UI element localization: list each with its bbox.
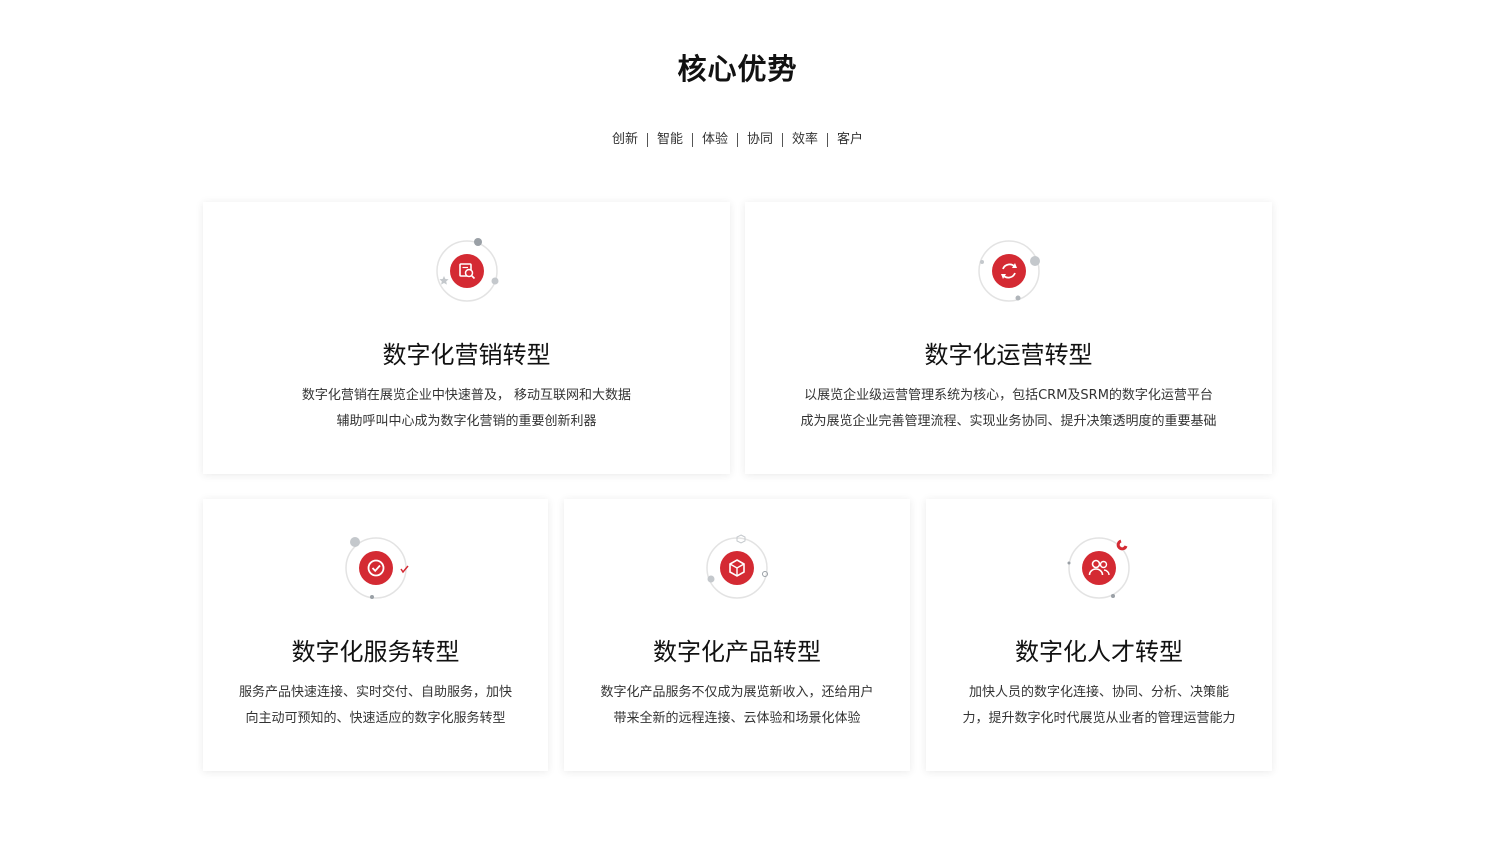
card-title: 数字化产品转型 bbox=[653, 638, 821, 666]
card-description-line: 加快人员的数字化连接、协同、分析、决策能 bbox=[968, 685, 1229, 700]
keyword-collaboration: 协同 bbox=[747, 132, 774, 147]
page-title: 核心优势 bbox=[677, 52, 798, 86]
card-description: 数字化产品服务不仅成为展览新收入，还给用户 带来全新的远程连接、云体验和场景化体… bbox=[584, 680, 890, 732]
card-description-line: 以展览企业级运营管理系统为核心，包括CRM及SRM的数字化运营平台 bbox=[804, 388, 1213, 403]
card-title: 数字化运营转型 bbox=[924, 341, 1093, 369]
card-operation[interactable]: 数字化运营转型 以展览企业级运营管理系统为核心，包括CRM及SRM的数字化运营平… bbox=[745, 202, 1272, 474]
card-description-line: 数字化产品服务不仅成为展览新收入，还给用户 bbox=[600, 685, 874, 700]
card-description-line: 成为展览企业完善管理流程、实现业务协同、提升决策透明度的重要基础 bbox=[800, 414, 1217, 429]
keyword-experience: 体验 bbox=[701, 132, 728, 147]
keyword-innovation: 创新 bbox=[611, 132, 638, 147]
card-description: 以展览企业级运营管理系统为核心，包括CRM及SRM的数字化运营平台 成为展览企业… bbox=[765, 383, 1252, 435]
card-description-line: 力，提升数字化时代展览从业者的管理运营能力 bbox=[962, 711, 1236, 726]
card-talent[interactable]: 数字化人才转型 加快人员的数字化连接、协同、分析、决策能 力，提升数字化时代展览… bbox=[926, 499, 1272, 771]
card-title: 数字化人才转型 bbox=[1015, 638, 1183, 666]
card-description-line: 带来全新的远程连接、云体验和场景化体验 bbox=[613, 711, 861, 726]
talent-icon bbox=[1067, 537, 1130, 599]
card-description-line: 服务产品快速连接、实时交付、自助服务，加快 bbox=[238, 685, 512, 700]
card-description: 加快人员的数字化连接、协同、分析、决策能 力，提升数字化时代展览从业者的管理运营… bbox=[946, 680, 1252, 732]
card-product[interactable]: 数字化产品转型 数字化产品服务不仅成为展览新收入，还给用户 带来全新的远程连接、… bbox=[564, 499, 910, 771]
card-description-line: 数字化营销在展览企业中快速普及， 移动互联网和大数据 bbox=[301, 388, 632, 403]
card-service[interactable]: 数字化服务转型 服务产品快速连接、实时交付、自助服务，加快 向主动可预知的、快速… bbox=[203, 499, 548, 771]
card-marketing[interactable]: 数字化营销转型 数字化营销在展览企业中快速普及， 移动互联网和大数据 辅助呼叫中… bbox=[203, 202, 730, 474]
keyword-efficiency: 效率 bbox=[792, 132, 819, 147]
card-description: 数字化营销在展览企业中快速普及， 移动互联网和大数据 辅助呼叫中心成为数字化营销… bbox=[223, 383, 710, 435]
card-title: 数字化营销转型 bbox=[382, 341, 551, 369]
card-description-line: 辅助呼叫中心成为数字化营销的重要创新利器 bbox=[336, 414, 597, 429]
marketing-icon bbox=[435, 238, 498, 302]
service-icon bbox=[344, 537, 409, 599]
keyword-customer: 客户 bbox=[837, 132, 864, 147]
operation-icon bbox=[977, 240, 1040, 302]
card-description-line: 向主动可预知的、快速适应的数字化服务转型 bbox=[245, 711, 506, 726]
card-title: 数字化服务转型 bbox=[291, 638, 460, 666]
keyword-bar: 创新 智能 体验 协同 效率 客户 bbox=[0, 131, 1475, 149]
keyword-intelligence: 智能 bbox=[656, 132, 683, 147]
card-description: 服务产品快速连接、实时交付、自助服务，加快 向主动可预知的、快速适应的数字化服务… bbox=[223, 680, 528, 732]
product-icon bbox=[706, 534, 768, 599]
